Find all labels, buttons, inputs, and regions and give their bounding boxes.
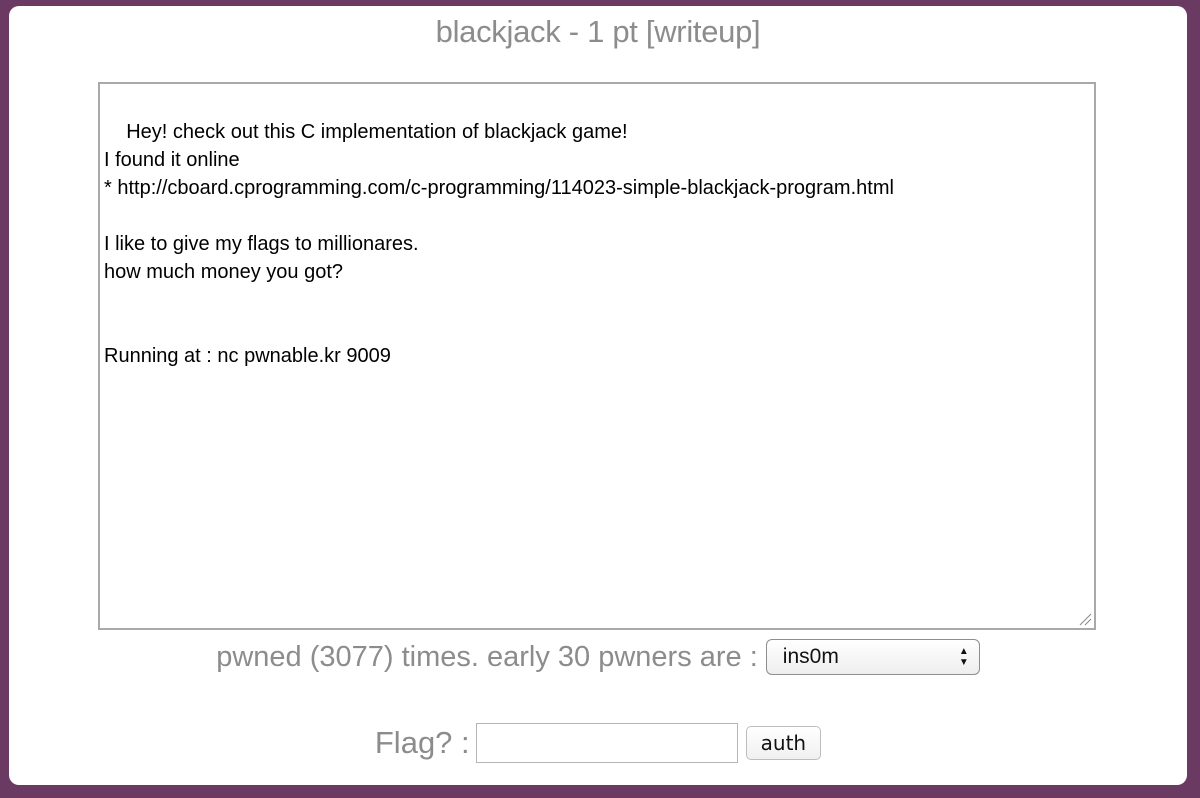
pwners-select-value: ins0m bbox=[782, 645, 839, 668]
description-text: Hey! check out this C implementation of … bbox=[104, 121, 894, 367]
challenge-panel: blackjack - 1 pt [writeup] Hey! check ou… bbox=[9, 6, 1187, 785]
resize-grip-icon[interactable] bbox=[1078, 612, 1092, 626]
challenge-title: blackjack - 1 pt [writeup] bbox=[435, 14, 761, 49]
select-arrows-icon: ▲ ▼ bbox=[958, 646, 969, 668]
auth-button[interactable]: auth bbox=[745, 726, 822, 760]
pwned-count-text: pwned (3077) times. early 30 pwners are … bbox=[216, 640, 758, 673]
description-textarea[interactable]: Hey! check out this C implementation of … bbox=[98, 82, 1096, 630]
pwners-select[interactable]: ins0m ▲ ▼ bbox=[765, 639, 980, 675]
flag-input[interactable] bbox=[475, 723, 738, 763]
flag-label: Flag? : bbox=[374, 725, 470, 760]
pwned-row: pwned (3077) times. early 30 pwners are … bbox=[9, 639, 1187, 675]
flag-row: Flag? : auth bbox=[9, 723, 1187, 763]
